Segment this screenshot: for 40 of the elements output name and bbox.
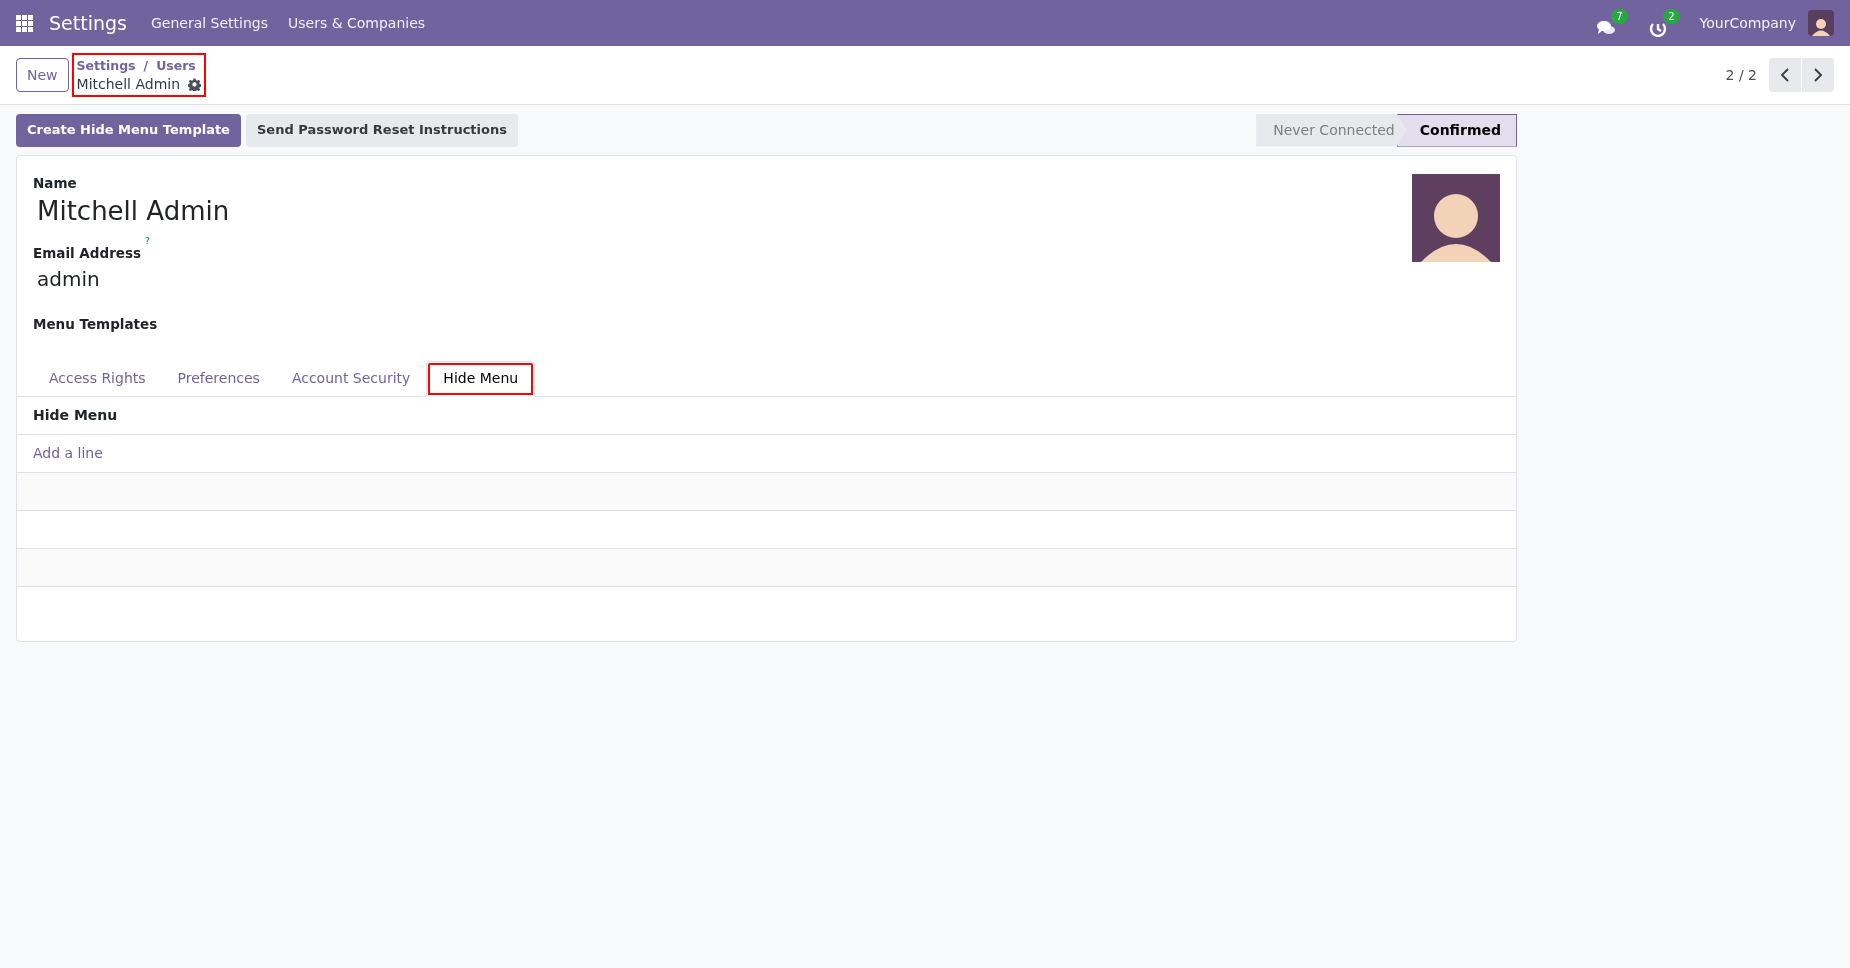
form-tab[interactable]: Access Rights — [33, 360, 162, 397]
email-field[interactable]: admin — [37, 263, 230, 294]
add-line-link[interactable]: Add a line — [33, 442, 103, 464]
company-name[interactable]: YourCompany — [1699, 12, 1796, 34]
person-silhouette-icon — [1811, 16, 1831, 36]
primary-button[interactable]: Create Hide Menu Template — [16, 113, 241, 147]
column-header: Hide Menu — [17, 396, 1516, 435]
activities-button[interactable]: 2 — [1647, 9, 1680, 37]
chevron-right-icon — [1813, 68, 1823, 82]
pager-value: 2 / 2 — [1725, 65, 1757, 85]
chevron-left-icon — [1780, 68, 1790, 82]
status-stage[interactable]: Confirmed — [1396, 113, 1517, 147]
navbar-menu-item[interactable]: General Settings — [150, 12, 268, 34]
count-badge: 7 — [1611, 9, 1628, 24]
breadcrumb-separator: / — [143, 57, 149, 75]
form-tab[interactable]: Preferences — [161, 360, 276, 397]
messages-button[interactable]: 7 — [1595, 9, 1628, 37]
previous-button[interactable] — [1769, 58, 1801, 92]
app-title-link[interactable]: Settings — [49, 8, 127, 38]
settings-button[interactable] — [188, 77, 202, 91]
apps-menu-button[interactable] — [16, 14, 33, 32]
apps-grid-icon — [16, 14, 33, 32]
record-title: Mitchell Admin — [76, 75, 181, 93]
user-avatar[interactable] — [1808, 10, 1834, 36]
secondary-button[interactable]: Send Password Reset Instructions — [245, 113, 518, 147]
navbar-menu-item[interactable]: Users & Companies — [288, 12, 426, 34]
new-button[interactable]: New — [16, 58, 69, 92]
field-label: Menu Templates — [33, 314, 159, 334]
next-button[interactable] — [1802, 58, 1834, 92]
breadcrumb-link[interactable]: Settings — [76, 57, 136, 75]
count-badge: 2 — [1663, 9, 1680, 24]
gear-icon — [188, 77, 202, 91]
form-tab[interactable]: Account Security — [275, 360, 427, 397]
field-label: Name — [33, 174, 78, 193]
form-tab[interactable]: Hide Menu — [426, 360, 536, 397]
breadcrumb-link[interactable]: Users — [156, 57, 196, 75]
name-field[interactable]: Mitchell Admin — [37, 193, 230, 230]
field-label: Email Address — [33, 244, 141, 264]
chat-bubbles-icon — [1595, 19, 1616, 37]
status-stage[interactable]: Never Connected — [1256, 113, 1407, 147]
